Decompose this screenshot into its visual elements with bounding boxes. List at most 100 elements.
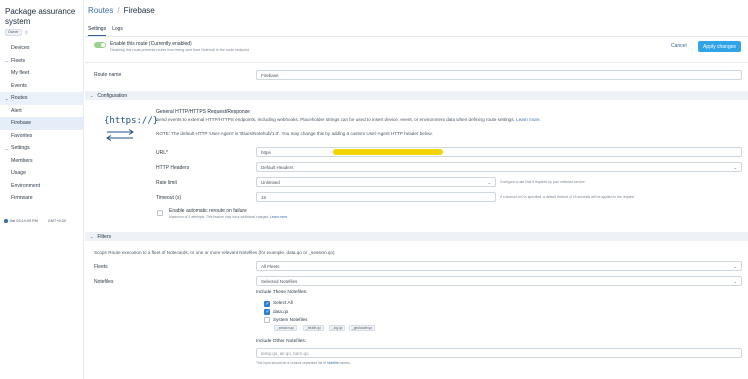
sidebar-nav: Devices ⌄ Fleets My fleet Events ⌄ Routes … xyxy=(0,42,84,205)
apply-changes-button[interactable]: Apply changes xyxy=(698,41,741,52)
reroute-subtitle: Maximum of 3 attempts. This feature may … xyxy=(169,215,287,219)
owner-badge: Owner xyxy=(5,29,22,36)
sidebar-item-label: Members xyxy=(11,157,33,164)
select-all-label: Select All xyxy=(273,301,293,306)
reroute-sub-text: Maximum of 3 attempts. This feature may … xyxy=(169,215,270,219)
status-dot-icon xyxy=(4,219,8,223)
timeout-value: 15 xyxy=(261,194,267,200)
sidebar-item-label: Firebase xyxy=(11,120,32,127)
other-notefiles-placeholder: temp.qo, air.qo, barn.qo xyxy=(261,350,309,356)
system-notefile-tag: _log.qo xyxy=(329,325,346,332)
sidebar-item-label: Routes xyxy=(11,95,28,102)
enable-route-title: Enable this route (Currently enabled) xyxy=(110,41,192,47)
sidebar-item-environment[interactable]: Environment xyxy=(0,180,84,193)
sidebar-item-firmware[interactable]: Firmware xyxy=(0,192,84,205)
hint-text: names. xyxy=(339,361,351,365)
hint-text: This input should be a comma separated l… xyxy=(256,361,327,365)
notefiles-select[interactable]: Selected Notefiles ⌄ xyxy=(256,276,742,286)
chevron-down-icon: ⌄ xyxy=(90,93,94,98)
cancel-button[interactable]: Cancel xyxy=(671,43,687,49)
status-timezone: GMT+5:30 xyxy=(47,219,66,223)
filters-section-header[interactable]: ⌄ Filters xyxy=(85,232,748,241)
url-value-prefix: https xyxy=(261,149,271,155)
route-name-value: Firebase xyxy=(261,72,279,78)
select-all-checkbox[interactable] xyxy=(264,301,270,307)
other-notefiles-title: Include Other Notefiles: xyxy=(256,339,307,344)
chevron-down-icon: ⌄ xyxy=(733,263,737,269)
user-agent-note: NOTE: The default HTTP 'User-Agent' is '… xyxy=(156,131,433,136)
sidebar-item-firebase[interactable]: Firebase xyxy=(0,117,84,130)
chevron-down-icon: ⌄ xyxy=(733,164,737,170)
notefile-docs-link[interactable]: Notefile xyxy=(327,361,339,365)
sidebar-group-settings[interactable]: ⌄ Settings xyxy=(0,142,84,155)
rate-limit-select[interactable]: Unlimited ⌄ xyxy=(256,177,496,187)
divider xyxy=(85,62,748,63)
sidebar-item-my-fleet[interactable]: My fleet xyxy=(0,67,84,80)
sidebar-item-label: Environment xyxy=(11,182,41,189)
notefiles-value: Selected Notefiles xyxy=(261,278,298,284)
sidebar-item-label: Settings xyxy=(11,145,30,152)
owner-row: Owner ⚲ xyxy=(5,29,28,36)
system-notefiles-label: System Notefiles xyxy=(273,317,308,322)
main-content: Routes / Firebase Settings Logs Enable t… xyxy=(85,0,748,379)
include-notefiles-title: Include These Notefiles: xyxy=(256,290,308,295)
sidebar-item-label: Alert xyxy=(11,107,22,114)
fleets-label: Fleets xyxy=(94,264,108,270)
configuration-section-header[interactable]: ⌄ Configuration xyxy=(85,91,748,100)
data-qo-label: data.qo xyxy=(273,309,289,314)
sidebar-item-devices[interactable]: Devices xyxy=(0,42,84,55)
sidebar-item-alert[interactable]: Alert xyxy=(0,105,84,118)
sidebar-item-usage[interactable]: Usage xyxy=(0,167,84,180)
sidebar-group-routes[interactable]: ⌄ Routes xyxy=(0,92,84,105)
data-qo-checkbox[interactable] xyxy=(264,309,270,315)
notefiles-label: Notefiles xyxy=(94,279,114,285)
chevron-down-icon: ⌄ xyxy=(487,179,491,185)
tab-settings[interactable]: Settings xyxy=(88,26,107,36)
other-notefiles-hint: This input should be a comma separated l… xyxy=(256,361,351,365)
status-time: Sat 03:14:09 PM xyxy=(9,219,38,223)
learn-more-link[interactable]: Learn more. xyxy=(516,117,541,122)
timeout-input[interactable]: 15 xyxy=(256,192,496,202)
sidebar-item-label: My fleet xyxy=(11,70,30,77)
status-bar: Sat 03:14:09 PM GMT+5:30 xyxy=(4,219,66,223)
system-notefiles-checkbox[interactable] xyxy=(264,317,270,323)
system-notefile-tag: _session.qo xyxy=(274,325,298,332)
tab-bar: Settings Logs xyxy=(88,26,123,36)
fleets-select[interactable]: All Fleets ⌄ xyxy=(256,261,742,271)
config-description: Send events to external HTTP/HTTPS endpo… xyxy=(156,117,541,122)
enable-route-text: Enable this route (Currently enabled) Di… xyxy=(110,41,249,52)
timeout-label: Timeout (s) xyxy=(156,195,182,201)
sidebar-item-events[interactable]: Events xyxy=(0,80,84,93)
reroute-learn-more-link[interactable]: Learn more xyxy=(270,215,287,219)
system-notefile-tag: _health.qo xyxy=(303,325,324,332)
breadcrumb-routes-link[interactable]: Routes xyxy=(88,6,113,15)
section-title: Configuration xyxy=(97,92,128,99)
tab-logs[interactable]: Logs xyxy=(112,26,123,36)
config-title: General HTTP/HTTPS Request/Response xyxy=(156,109,250,115)
breadcrumb-separator: / xyxy=(117,6,120,15)
system-notefile-tag: _geolocate.qo xyxy=(349,325,376,332)
url-redaction-highlight xyxy=(333,149,443,155)
other-notefiles-input[interactable]: temp.qo, air.qo, barn.qo xyxy=(256,348,742,358)
http-headers-value: Default Headers xyxy=(261,164,294,170)
url-input[interactable]: https .com/package.json xyxy=(256,147,742,157)
reroute-checkbox[interactable] xyxy=(157,210,163,216)
sidebar-group-fleets[interactable]: ⌄ Fleets xyxy=(0,55,84,68)
http-logo-icon: {https://} xyxy=(104,116,159,126)
chevron-down-icon: ⌄ xyxy=(90,234,94,239)
route-name-label: Route name xyxy=(94,72,122,78)
http-headers-label: HTTP Headers xyxy=(156,165,190,171)
link-icon[interactable]: ⚲ xyxy=(25,30,28,36)
sidebar-item-label: Usage xyxy=(11,170,26,177)
enable-route-toggle[interactable] xyxy=(94,42,106,48)
sidebar-item-favorites[interactable]: Favorites xyxy=(0,130,84,143)
route-name-input[interactable]: Firebase xyxy=(256,70,742,80)
config-desc-text: Send events to external HTTP/HTTPS endpo… xyxy=(156,117,515,122)
http-headers-select[interactable]: Default Headers ⌄ xyxy=(256,162,742,172)
timeout-hint: If a timeout of 0 is specified, a defaul… xyxy=(500,195,635,199)
rate-limit-hint: Configure a rate limit if required by yo… xyxy=(500,180,586,184)
app-title: Package assurance system xyxy=(5,7,76,26)
exchange-arrows-icon xyxy=(106,129,134,141)
sidebar-item-label: Events xyxy=(11,82,27,89)
sidebar-item-members[interactable]: Members xyxy=(0,155,84,168)
